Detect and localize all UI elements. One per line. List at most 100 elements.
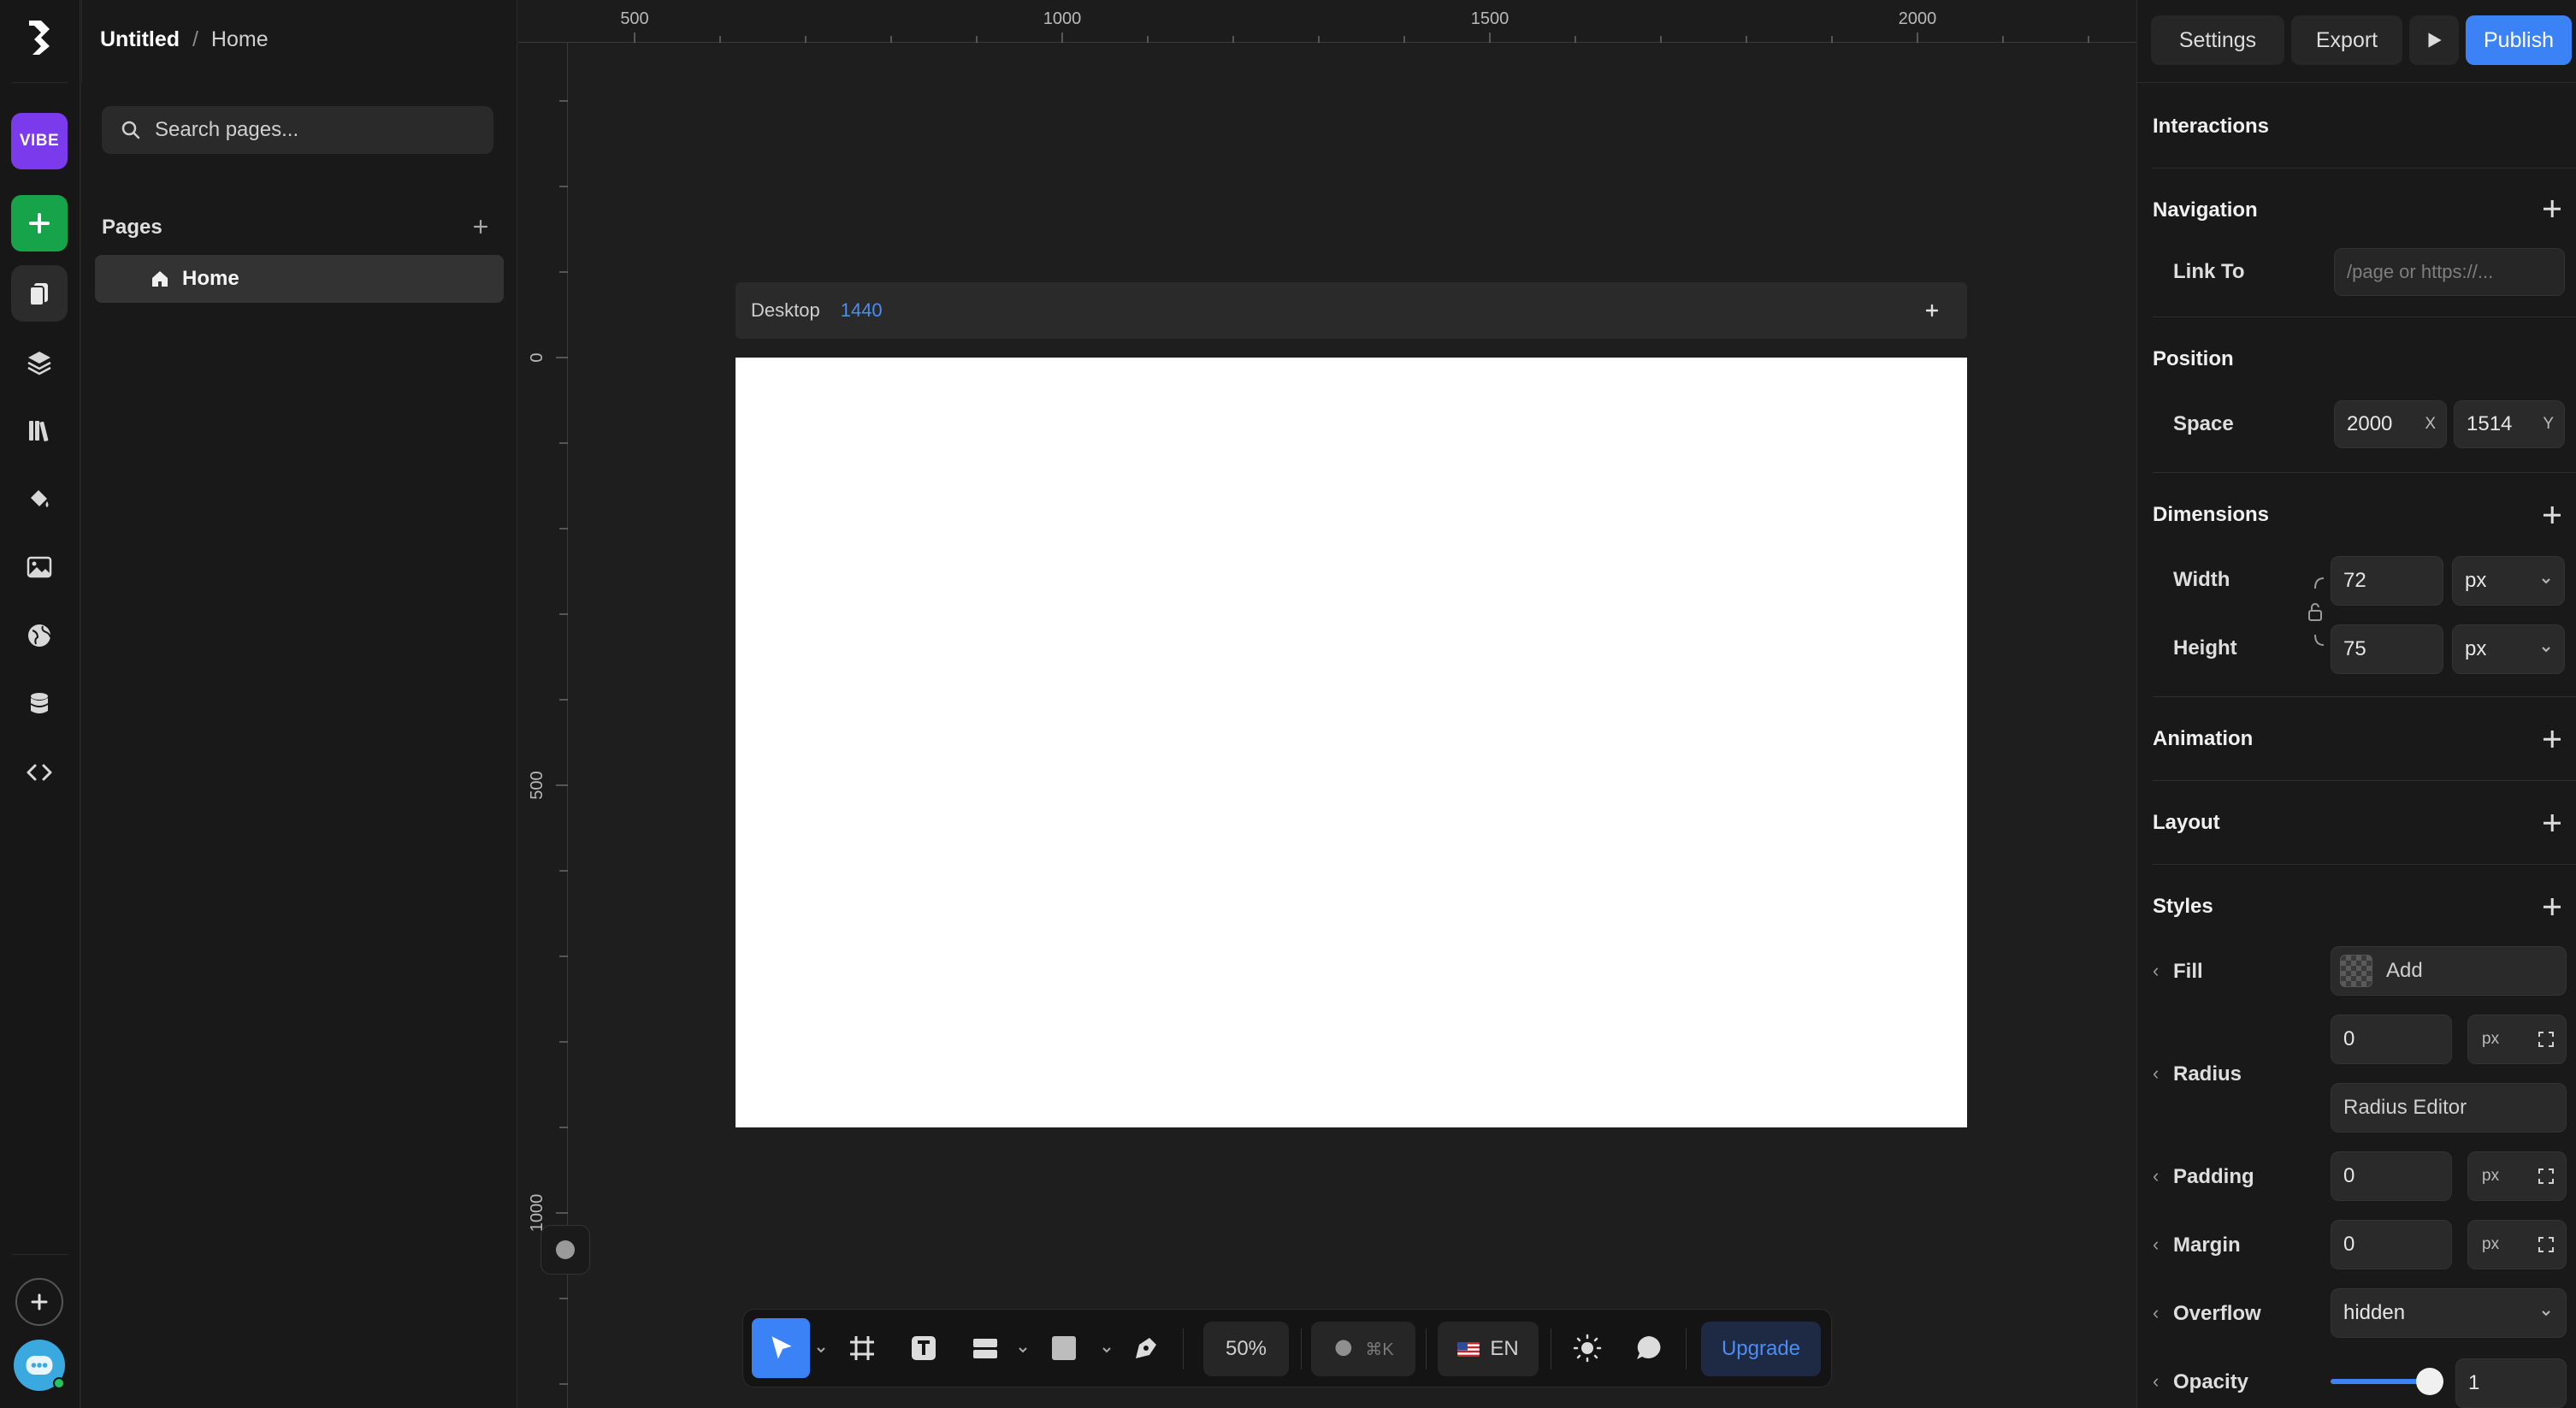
language-selector[interactable]: EN	[1438, 1322, 1539, 1376]
layers-button[interactable]	[11, 334, 68, 390]
checkerboard-swatch-icon	[2340, 955, 2372, 987]
height-input[interactable]: 75	[2331, 624, 2443, 674]
opacity-input[interactable]: 1	[2455, 1358, 2567, 1408]
shape-tool-button[interactable]	[1039, 1323, 1089, 1373]
chevron-left-icon[interactable]: ‹	[2153, 1370, 2159, 1393]
plus-icon	[31, 1293, 48, 1310]
localization-button[interactable]	[11, 607, 68, 664]
search-icon	[121, 121, 140, 139]
publish-button[interactable]: Publish	[2466, 15, 2572, 65]
vibe-badge-label: VIBE	[19, 132, 60, 150]
new-project-button[interactable]	[15, 1278, 63, 1326]
height-unit-select[interactable]: px	[2452, 624, 2565, 674]
expand-icon[interactable]	[2537, 1030, 2555, 1049]
toolbar-divider	[1426, 1328, 1427, 1370]
upgrade-button[interactable]: Upgrade	[1701, 1322, 1821, 1376]
radius-unit-box[interactable]: px	[2467, 1015, 2567, 1064]
search-pages-field[interactable]: Search pages...	[102, 106, 493, 154]
zoom-level-button[interactable]: 50%	[1203, 1322, 1289, 1376]
canvas-marker-button[interactable]	[541, 1225, 590, 1275]
add-element-button[interactable]	[11, 195, 68, 251]
styles-button[interactable]	[11, 470, 68, 527]
position-y-suffix: Y	[2543, 415, 2554, 433]
position-y-input[interactable]: 1514 Y	[2454, 400, 2565, 448]
frame-tool-button[interactable]	[837, 1323, 887, 1373]
animation-title: Animation	[2153, 727, 2254, 750]
add-navigation-button[interactable]	[2540, 197, 2564, 221]
breadcrumb-vertical-divider	[81, 0, 82, 82]
expand-icon[interactable]	[2537, 1167, 2555, 1186]
chevron-left-icon[interactable]: ‹	[2153, 1165, 2159, 1187]
position-y-value: 1514	[2467, 412, 2513, 435]
database-button[interactable]	[11, 676, 68, 732]
expand-icon[interactable]	[2537, 1235, 2555, 1254]
pen-tool-button[interactable]	[1121, 1323, 1171, 1373]
breakpoint-header[interactable]: Desktop 1440	[736, 282, 1967, 339]
export-button[interactable]: Export	[2291, 15, 2402, 65]
vibe-badge[interactable]: VIBE	[11, 113, 68, 169]
radius-label: Radius	[2173, 1062, 2242, 1086]
breakpoint-width[interactable]: 1440	[841, 299, 883, 322]
settings-button[interactable]: Settings	[2151, 15, 2284, 65]
link-to-input[interactable]: /page or https://...	[2334, 248, 2565, 296]
position-x-input[interactable]: 2000 X	[2334, 400, 2447, 448]
design-canvas[interactable]: 500 1000 1500 2000 0 500 1000 Desktop 14…	[518, 0, 2136, 1408]
aspect-lock-icon[interactable]	[2305, 573, 2331, 650]
select-tool-button[interactable]	[752, 1318, 810, 1378]
padding-unit-box[interactable]: px	[2467, 1151, 2567, 1201]
margin-label: Margin	[2173, 1233, 2241, 1257]
add-breakpoint-button[interactable]	[1923, 301, 1941, 320]
opacity-slider[interactable]	[2331, 1368, 2443, 1395]
chevron-left-icon[interactable]: ‹	[2153, 1233, 2159, 1256]
chevron-left-icon[interactable]: ‹	[2153, 960, 2159, 982]
chevron-down-icon[interactable]	[1017, 1344, 1029, 1356]
code-button[interactable]	[11, 744, 68, 801]
chevron-down-icon[interactable]	[1101, 1344, 1113, 1356]
width-unit-select[interactable]: px	[2452, 556, 2565, 606]
radius-editor-button[interactable]: Radius Editor	[2331, 1083, 2567, 1133]
radius-input[interactable]: 0	[2331, 1015, 2452, 1064]
fill-add-button[interactable]: Add	[2331, 946, 2567, 996]
preview-button[interactable]	[2409, 15, 2459, 65]
page-item-home[interactable]: Home	[95, 255, 504, 303]
width-input[interactable]: 72	[2331, 556, 2443, 606]
database-icon	[31, 693, 48, 713]
add-style-button[interactable]	[2540, 895, 2564, 919]
project-name[interactable]: Untitled	[100, 27, 180, 51]
layers-icon	[27, 352, 51, 376]
assets-button[interactable]	[11, 539, 68, 595]
ruler-top-label: 500	[620, 9, 648, 28]
position-x-suffix: X	[2425, 415, 2436, 433]
library-button[interactable]	[11, 402, 68, 458]
text-tool-button[interactable]	[899, 1323, 948, 1373]
add-page-button[interactable]	[468, 214, 493, 240]
chevron-left-icon[interactable]: ‹	[2153, 1302, 2159, 1324]
chevron-left-icon[interactable]: ‹	[2153, 1062, 2159, 1085]
width-value: 72	[2343, 569, 2366, 592]
theme-toggle-button[interactable]	[1563, 1323, 1612, 1373]
toolbar-divider	[1301, 1328, 1302, 1370]
app-logo[interactable]	[24, 19, 55, 56]
width-label: Width	[2173, 568, 2230, 591]
add-dimension-button[interactable]	[2540, 503, 2564, 527]
add-layout-button[interactable]	[2540, 811, 2564, 835]
chat-support-button[interactable]	[14, 1340, 65, 1391]
opacity-slider-handle[interactable]	[2416, 1368, 2443, 1395]
chevron-down-icon[interactable]	[815, 1344, 827, 1356]
comments-button[interactable]	[1624, 1323, 1674, 1373]
plus-icon	[473, 219, 488, 234]
artboard-frame[interactable]	[736, 358, 1967, 1127]
margin-input[interactable]: 0	[2331, 1220, 2452, 1269]
layout-tool-button[interactable]	[960, 1323, 1010, 1373]
command-search-button[interactable]: ⌘K	[1311, 1322, 1415, 1376]
add-animation-button[interactable]	[2540, 727, 2564, 751]
current-page-name[interactable]: Home	[211, 27, 269, 51]
section-divider	[2153, 696, 2576, 697]
opacity-value: 1	[2468, 1371, 2480, 1394]
link-to-label: Link To	[2173, 260, 2245, 283]
margin-unit-box[interactable]: px	[2467, 1220, 2567, 1269]
margin-unit: px	[2482, 1235, 2500, 1253]
padding-input[interactable]: 0	[2331, 1151, 2452, 1201]
overflow-select[interactable]: hidden	[2331, 1288, 2567, 1338]
pages-button[interactable]	[11, 265, 68, 322]
